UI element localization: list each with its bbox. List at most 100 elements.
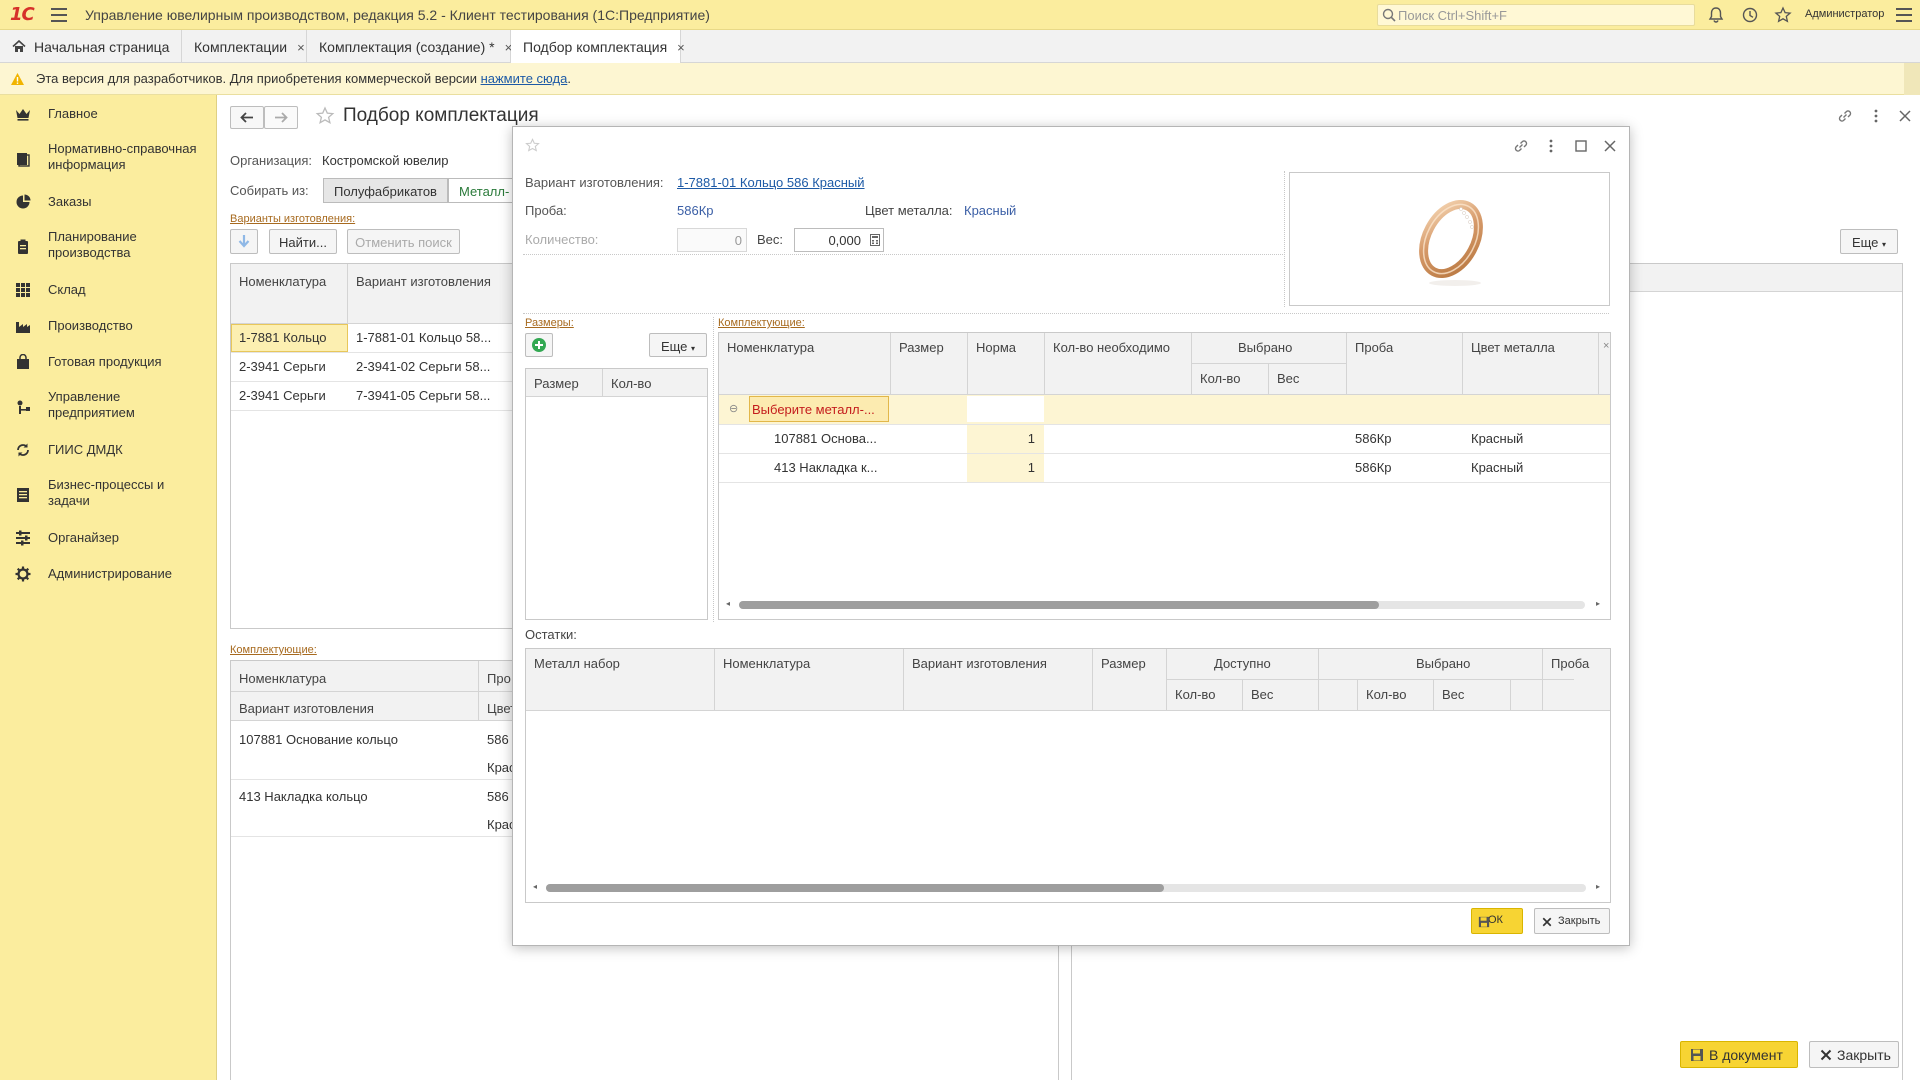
column-header[interactable]: Номенклатура [727, 340, 814, 355]
table-cell[interactable]: 586Кр [1355, 460, 1392, 475]
find-button[interactable]: Найти... [269, 229, 337, 254]
column-header[interactable]: Размер [899, 340, 944, 355]
column-header[interactable]: Вариант изготовления [912, 656, 1047, 671]
column-header[interactable]: Вариант изготовления [239, 701, 374, 716]
column-header[interactable]: Проба [1355, 340, 1393, 355]
column-header[interactable]: Номенклатура [723, 656, 810, 671]
column-header[interactable]: Выбрано [1416, 656, 1470, 671]
link-icon[interactable] [1837, 108, 1853, 124]
sidebar-item-warehouse[interactable]: Склад [0, 281, 217, 301]
column-header[interactable]: Вес [1251, 687, 1273, 702]
column-header[interactable]: Норма [976, 340, 1016, 355]
column-header[interactable]: Кол-во [1175, 687, 1215, 702]
column-header[interactable]: Кол-во необходимо [1053, 340, 1170, 355]
components-section-title[interactable]: Комплектующие: [230, 644, 317, 656]
table-cell[interactable]: 1 [969, 431, 1035, 446]
bell-icon[interactable] [1707, 6, 1725, 24]
weight-field[interactable]: 0,000 [794, 228, 884, 252]
table-cell[interactable]: 413 Накладка кольцо [239, 789, 368, 804]
table-cell[interactable]: 2-3941 Серьги [239, 359, 344, 374]
tab-podbor-komplektaciya[interactable]: Подбор комплектация × [511, 30, 685, 63]
table-cell[interactable]: 413 Накладка к... [774, 460, 886, 475]
favorite-star-icon[interactable] [525, 138, 540, 153]
column-header[interactable]: Доступно [1214, 656, 1271, 671]
close-tab-icon[interactable]: × [297, 40, 305, 55]
history-icon[interactable] [1741, 6, 1759, 24]
close-icon[interactable] [1602, 138, 1618, 154]
sidebar-item-giis[interactable]: ГИИС ДМДК [0, 441, 217, 461]
user-name[interactable]: Администратор [1805, 8, 1884, 20]
sidebar-item-organizer[interactable]: Органайзер [0, 529, 217, 549]
table-cell[interactable]: 2-3941 Серьги [239, 388, 344, 403]
sizes-grid[interactable]: Размер Кол-во [525, 368, 708, 620]
column-header[interactable]: Кол-во [1366, 687, 1406, 702]
column-header[interactable]: Размер [534, 376, 579, 391]
column-header[interactable]: Кол-во [1200, 371, 1240, 386]
favorites-star-icon[interactable] [1774, 6, 1792, 24]
scroll-right-icon[interactable]: ▸ [1596, 882, 1600, 891]
scrollbar-thumb[interactable] [739, 601, 1379, 609]
scroll-right-icon[interactable]: ▸ [1596, 599, 1600, 608]
sidebar-item-management[interactable]: Управление предприятием [0, 389, 217, 425]
quantity-field[interactable]: 0 [677, 228, 747, 252]
variants-section-title[interactable]: Варианты изготовления: [230, 213, 355, 225]
column-header[interactable]: Кол-во [611, 376, 651, 391]
more-actions-icon[interactable] [1868, 108, 1884, 124]
cancel-search-button[interactable]: Отменить поиск [347, 229, 460, 254]
column-header[interactable]: Вариант изготовления [356, 274, 491, 289]
components-section-title[interactable]: Комплектующие: [718, 317, 805, 329]
more-menu-icon[interactable] [1896, 8, 1912, 22]
collect-option-metal[interactable]: Металл- [448, 178, 518, 203]
table-cell[interactable]: 7-3941-05 Серьги 58... [356, 388, 526, 403]
sidebar-item-admin[interactable]: Администрирование [0, 565, 217, 585]
editable-cell[interactable] [967, 396, 1044, 422]
column-header[interactable]: Вес [1442, 687, 1464, 702]
main-menu-icon[interactable] [51, 8, 67, 22]
org-value[interactable]: Костромской ювелир [322, 153, 448, 168]
sidebar-item-planning[interactable]: Планирование производства [0, 229, 217, 265]
move-down-button[interactable] [230, 229, 258, 254]
scroll-left-icon[interactable]: ◂ [533, 882, 537, 891]
column-header[interactable]: Вес [1277, 371, 1299, 386]
sidebar-item-main[interactable]: Главное [0, 105, 217, 125]
modal-close-button[interactable]: Закрыть [1534, 908, 1610, 934]
table-cell[interactable]: 1-7881-01 Кольцо 58... [356, 330, 526, 345]
tab-home[interactable]: Начальная страница [0, 30, 182, 62]
column-header[interactable]: Номенклатура [239, 671, 326, 686]
scroll-left-icon[interactable]: ◂ [726, 599, 730, 608]
tab-komplektaciya-create[interactable]: Комплектация (создание) * × [307, 30, 512, 62]
collect-option-semi[interactable]: Полуфабрикатов [323, 178, 448, 203]
components-grid[interactable]: Номенклатура Размер Норма Кол-во необход… [718, 332, 1611, 620]
buy-link[interactable]: нажмите сюда [481, 71, 568, 86]
sizes-section-title[interactable]: Размеры: [525, 317, 574, 329]
sizes-more-button[interactable]: Еще ▾ [649, 333, 707, 357]
more-actions-icon[interactable] [1543, 138, 1559, 154]
forward-button[interactable] [264, 106, 298, 129]
table-cell[interactable]: 586Кр [1355, 431, 1392, 446]
maximize-icon[interactable] [1573, 138, 1589, 154]
table-cell[interactable]: Выберите металл-... [752, 402, 888, 417]
more-button[interactable]: Еще ▾ [1840, 229, 1898, 254]
rests-grid[interactable]: Металл набор Номенклатура Вариант изгото… [525, 648, 1611, 903]
table-cell[interactable]: 2-3941-02 Серьги 58... [356, 359, 526, 374]
link-icon[interactable] [1513, 138, 1529, 154]
search-input[interactable]: Поиск Ctrl+Shift+F [1377, 4, 1695, 26]
table-cell[interactable]: 586 [487, 732, 509, 747]
scrollbar[interactable] [1904, 63, 1920, 95]
column-header[interactable]: Размер [1101, 656, 1146, 671]
table-cell[interactable]: 107881 Основание кольцо [239, 732, 398, 747]
table-cell[interactable]: 586 [487, 789, 509, 804]
to-document-button[interactable]: В документ [1680, 1041, 1798, 1068]
sidebar-item-finished-goods[interactable]: Готовая продукция [0, 353, 217, 373]
variants-grid[interactable]: Номенклатура Вариант изготовления 1-7881… [230, 263, 530, 629]
table-cell[interactable]: 1 [969, 460, 1035, 475]
table-cell[interactable]: 1-7881 Кольцо [239, 330, 344, 345]
table-cell[interactable]: Красный [1471, 460, 1523, 475]
collapse-icon[interactable]: ⊖ [729, 402, 738, 415]
sidebar-item-orders[interactable]: Заказы [0, 193, 217, 213]
close-tab-icon[interactable]: × [677, 40, 685, 55]
horizontal-scrollbar[interactable] [739, 601, 1585, 609]
column-header[interactable]: Проба [1551, 656, 1589, 671]
column-header[interactable]: Номенклатура [239, 274, 326, 289]
sidebar-item-bp[interactable]: Бизнес-процессы и задачи [0, 477, 217, 513]
